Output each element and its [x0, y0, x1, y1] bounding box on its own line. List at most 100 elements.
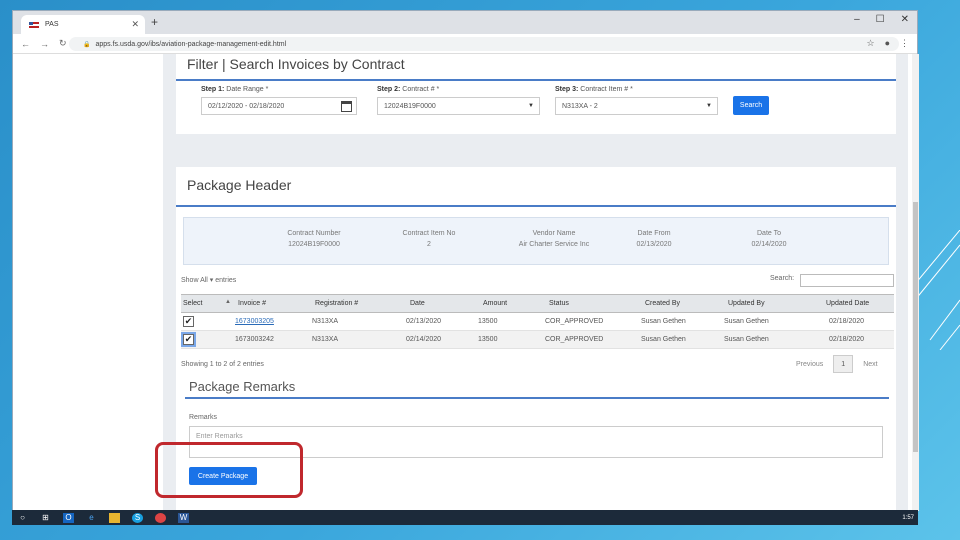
menu-icon[interactable]: ⋮ — [900, 38, 909, 49]
task-view-icon[interactable]: ⊞ — [40, 513, 51, 523]
table-row: ✔ 1673003242 N313XA 02/14/2020 13500 COR… — [181, 331, 894, 349]
step2-label: Contract # * — [402, 86, 440, 93]
col-amount[interactable]: Amount — [483, 300, 507, 307]
url-field[interactable]: 🔒 apps.fs.usda.gov/ibs/aviation-package-… — [69, 37, 899, 51]
col-select[interactable]: Select — [183, 300, 202, 307]
invoice-table: Select ▲ Invoice # Registration # Date A… — [181, 294, 894, 349]
date-range-input[interactable]: 02/12/2020 - 02/18/2020 — [201, 97, 357, 115]
scroll-thumb[interactable] — [913, 202, 918, 452]
profile-icon[interactable]: ● — [885, 38, 890, 49]
cell-registration: N313XA — [312, 318, 339, 325]
minimize-icon[interactable]: – — [854, 14, 860, 25]
url-text: apps.fs.usda.gov/ibs/aviation-package-ma… — [95, 40, 287, 48]
page-viewport: Filter | Search Invoices by Contract Ste… — [13, 54, 919, 511]
show-entries-select[interactable]: Show All ▾ entries — [181, 276, 236, 284]
step-date-range: Step 1: Date Range * 02/12/2020 - 02/18/… — [201, 86, 377, 115]
cell-created-by: Susan Gethen — [641, 318, 686, 325]
step-contract: Step 2: Contract # * 12024B19F0000 ▼ — [377, 86, 555, 115]
cell-updated-by: Susan Gethen — [724, 336, 769, 343]
new-tab-icon[interactable]: + — [151, 15, 158, 29]
col-updated-date[interactable]: Updated Date — [826, 300, 869, 307]
clock: 1:57 — [902, 514, 914, 521]
contract-value: 12024B19F0000 — [384, 102, 436, 110]
contract-item-select[interactable]: N313XA - 2 ▼ — [555, 97, 718, 115]
forward-icon[interactable]: → — [40, 39, 49, 49]
col-status[interactable]: Status — [549, 300, 569, 307]
col-created-by[interactable]: Created By — [645, 300, 680, 307]
divider — [185, 397, 889, 399]
row-checkbox[interactable]: ✔ — [183, 316, 194, 327]
cell-date: 02/14/2020 — [406, 336, 442, 343]
summary-contract-item: Contract Item No 2 — [402, 230, 456, 248]
col-date[interactable]: Date — [410, 300, 425, 307]
start-icon[interactable]: ○ — [17, 513, 28, 523]
next-button[interactable]: Next — [863, 361, 877, 368]
step1-bold: Step 1: — [201, 86, 225, 93]
folder-icon[interactable] — [109, 512, 120, 523]
cell-amount: 13500 — [478, 336, 498, 343]
sort-icon[interactable]: ▲ — [225, 299, 231, 305]
cell-status: COR_APPROVED — [545, 318, 604, 325]
filter-title: Filter | Search Invoices by Contract — [187, 56, 405, 72]
address-bar: ← → ↻ 🔒 apps.fs.usda.gov/ibs/aviation-pa… — [13, 34, 917, 54]
skype-icon[interactable]: S — [132, 512, 143, 523]
row-checkbox[interactable]: ✔ — [183, 334, 194, 345]
page-button[interactable]: 1 — [833, 355, 854, 373]
col-invoice[interactable]: Invoice # — [238, 300, 266, 307]
search-wrap: Search — [733, 86, 793, 115]
contract-summary: Contract Number 12024B19F0000 Contract It… — [183, 217, 889, 265]
chrome-icon[interactable] — [155, 512, 166, 523]
close-window-icon[interactable]: ✕ — [901, 14, 909, 25]
close-tab-icon[interactable]: ✕ — [131, 19, 139, 30]
cell-registration: N313XA — [312, 336, 339, 343]
step3-bold: Step 3: — [555, 86, 579, 93]
table-header: Select ▲ Invoice # Registration # Date A… — [181, 294, 894, 313]
summary-contract-number: Contract Number 12024B19F0000 — [287, 230, 341, 248]
ie-icon[interactable]: e — [86, 513, 97, 523]
contract-item-value: N313XA - 2 — [562, 102, 598, 110]
invoice-link[interactable]: 1673003242 — [235, 336, 274, 343]
outlook-icon[interactable]: O — [63, 512, 74, 523]
divider — [176, 205, 896, 207]
table-search-label: Search: — [770, 275, 795, 282]
maximize-icon[interactable]: ☐ — [876, 14, 885, 25]
reload-icon[interactable]: ↻ — [59, 38, 67, 49]
annotation-highlight — [155, 442, 303, 498]
invoice-link[interactable]: 1673003205 — [235, 318, 274, 325]
summary-date-from: Date From 02/13/2020 — [636, 230, 672, 248]
flag-icon — [29, 21, 39, 28]
cell-date: 02/13/2020 — [406, 318, 442, 325]
taskbar: ○ ⊞ O e S W 1:57 — [12, 510, 918, 525]
cell-updated-date: 02/18/2020 — [829, 318, 865, 325]
remarks-title: Package Remarks — [189, 379, 296, 394]
browser-window: PAS ✕ + – ☐ ✕ ← → ↻ 🔒 apps.fs.usda.gov/i… — [12, 10, 919, 511]
date-range-value: 02/12/2020 - 02/18/2020 — [208, 102, 285, 110]
showing-entries: Showing 1 to 2 of 2 entries — [181, 361, 264, 368]
search-button[interactable]: Search — [733, 96, 769, 115]
pagination: Previous 1 Next — [796, 355, 878, 373]
cell-updated-date: 02/18/2020 — [829, 336, 865, 343]
cell-updated-by: Susan Gethen — [724, 318, 769, 325]
cell-status: COR_APPROVED — [545, 336, 604, 343]
summary-date-to: Date To 02/14/2020 — [751, 230, 787, 248]
cell-amount: 13500 — [478, 318, 498, 325]
calendar-icon[interactable] — [341, 101, 352, 112]
browser-tab[interactable]: PAS ✕ — [21, 15, 145, 34]
table-row: ✔ 1673003205 N313XA 02/13/2020 13500 COR… — [181, 313, 894, 331]
previous-button[interactable]: Previous — [796, 361, 823, 368]
scrollbar[interactable] — [912, 54, 919, 511]
chevron-down-icon: ▼ — [706, 103, 712, 109]
step2-bold: Step 2: — [377, 86, 401, 93]
summary-vendor-name: Vendor Name Air Charter Service Inc — [518, 230, 590, 248]
star-icon[interactable]: ☆ — [866, 38, 874, 49]
step1-label: Date Range * — [226, 86, 269, 93]
tab-title: PAS — [45, 21, 59, 28]
col-registration[interactable]: Registration # — [315, 300, 358, 307]
col-updated-by[interactable]: Updated By — [728, 300, 765, 307]
back-icon[interactable]: ← — [21, 39, 30, 49]
contract-select[interactable]: 12024B19F0000 ▼ — [377, 97, 540, 115]
tab-bar: PAS ✕ + – ☐ ✕ — [13, 11, 917, 34]
word-icon[interactable]: W — [178, 512, 189, 523]
table-search-input[interactable] — [800, 274, 894, 287]
package-header-title: Package Header — [187, 177, 292, 193]
